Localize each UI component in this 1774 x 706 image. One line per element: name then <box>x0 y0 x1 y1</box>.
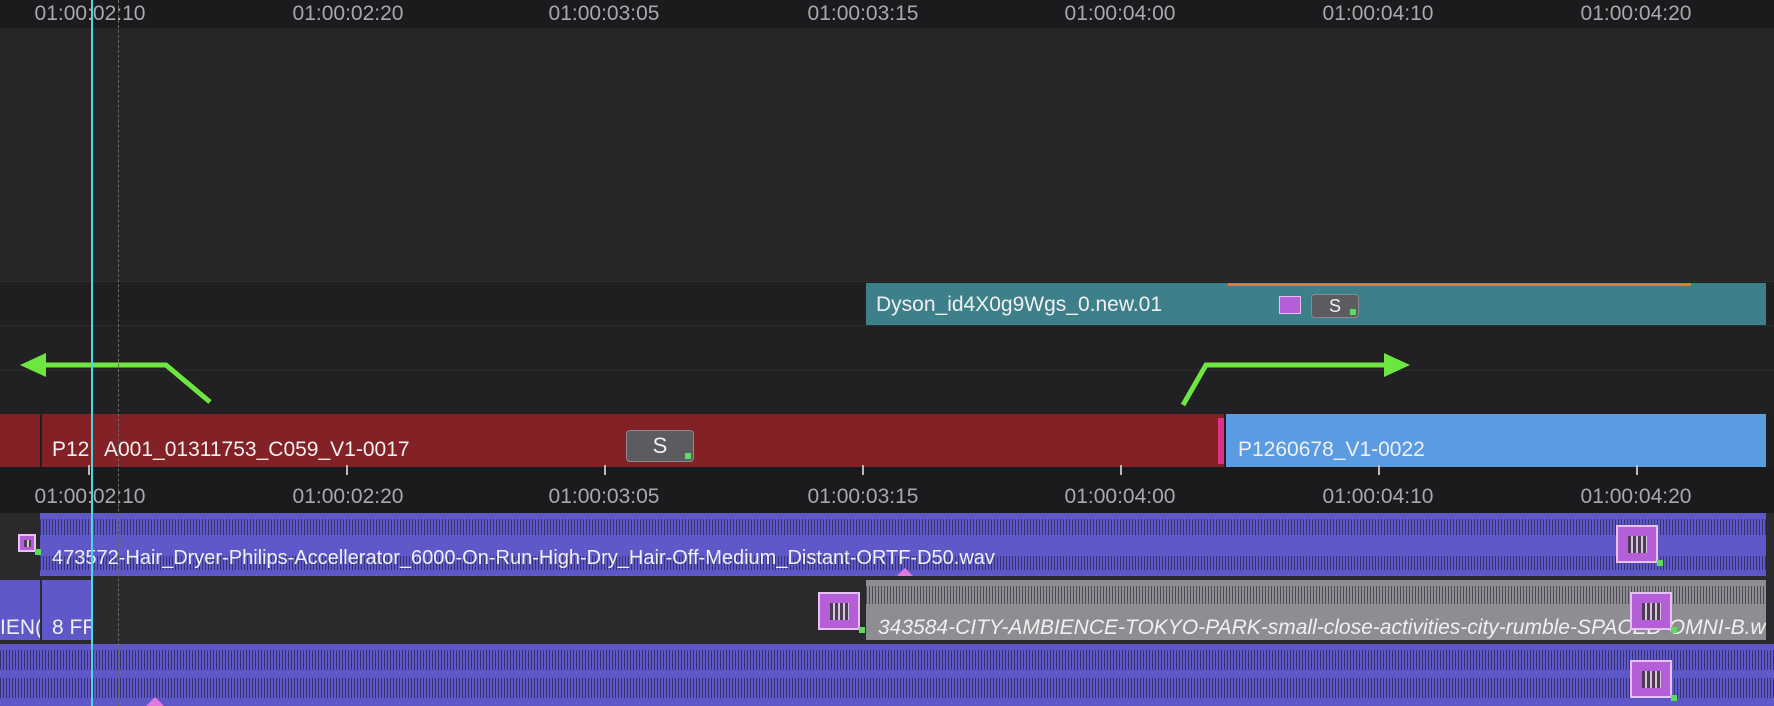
ruler-tick <box>346 465 348 475</box>
audio-track-2[interactable]: IEN( 8 FR 343584-CITY-AMBIENCE-TOKYO-PAR… <box>0 576 1774 644</box>
ruler-tick <box>862 465 864 475</box>
clip-label: IEN( <box>0 616 40 639</box>
clip-8fr[interactable]: 8 FR <box>42 580 92 640</box>
timecode-label: 01:00:04:00 <box>1064 485 1176 508</box>
waveform <box>0 678 1774 698</box>
timecode-label: 01:00:03:15 <box>807 2 919 25</box>
solo-badge[interactable]: S <box>626 430 694 462</box>
keyframe-marker[interactable] <box>146 697 164 706</box>
right-arrow-icon <box>1180 353 1410 407</box>
audio-track-1[interactable]: 473572-Hair_Dryer-Philips-Accellerator_6… <box>0 513 1774 577</box>
key-icon[interactable] <box>1279 296 1301 314</box>
clip-label: P1260678_V1-0022 <box>1238 438 1425 461</box>
timecode-label: 01:00:02:10 <box>34 2 146 25</box>
timecode-label: 01:00:04:10 <box>1322 485 1434 508</box>
ruler-tick <box>1378 465 1380 475</box>
ruler-tick <box>604 465 606 475</box>
clip-ambience-a[interactable]: IEN( <box>0 580 40 640</box>
timeline-ruler-top[interactable]: 01:00:02:10 01:00:02:20 01:00:03:05 01:0… <box>0 0 1774 29</box>
timeline-empty-area[interactable] <box>0 28 1774 281</box>
clip-p12[interactable]: P12 <box>42 414 94 467</box>
ruler-tick <box>1636 465 1638 475</box>
left-arrow-icon <box>20 353 212 404</box>
transition-arrows <box>20 353 1410 407</box>
clip-marker-line <box>1228 283 1691 286</box>
timecode-label: 01:00:02:10 <box>34 485 146 508</box>
waveform <box>0 650 1774 670</box>
clip-dyson[interactable]: Dyson_id4X0g9Wgs_0.new.01 S <box>866 283 1766 325</box>
fx-icon[interactable] <box>18 534 41 555</box>
clip-label: 473572-Hair_Dryer-Philips-Accellerator_6… <box>52 547 995 569</box>
clip-label: P12 <box>52 438 90 461</box>
timecode-label: 01:00:02:20 <box>292 2 404 25</box>
clip-a001[interactable]: A001_01311753_C059_V1-0017 S <box>94 414 1224 467</box>
audio-track-3[interactable] <box>0 644 1774 706</box>
clip-label: Dyson_id4X0g9Wgs_0.new.01 <box>876 293 1163 316</box>
ruler-tick <box>1120 465 1122 475</box>
timecode-label: 01:00:03:15 <box>807 485 919 508</box>
video-track-2[interactable]: Dyson_id4X0g9Wgs_0.new.01 S <box>0 281 1774 326</box>
waveform <box>40 519 1766 535</box>
clip-label: 8 FR <box>52 616 92 639</box>
fx-icon[interactable] <box>1630 660 1677 701</box>
clip-prev[interactable] <box>0 414 40 467</box>
clip-hair-dryer[interactable]: 473572-Hair_Dryer-Philips-Accellerator_6… <box>40 513 1766 576</box>
fx-icon[interactable] <box>818 592 865 633</box>
playhead[interactable] <box>91 0 93 706</box>
ruler-tick <box>88 465 90 475</box>
timecode-label: 01:00:04:00 <box>1064 2 1176 25</box>
timecode-label: 01:00:04:10 <box>1322 2 1434 25</box>
clip-p1260678[interactable]: P1260678_V1-0022 <box>1226 414 1766 467</box>
fx-icon[interactable] <box>1616 525 1663 566</box>
solo-badge[interactable]: S <box>1311 294 1359 318</box>
cursor-line <box>118 0 119 706</box>
timecode-label: 01:00:03:05 <box>548 485 660 508</box>
timeline-ruler-middle[interactable]: 01:00:02:10 01:00:02:20 01:00:03:05 01:0… <box>0 465 1774 513</box>
fx-icon[interactable] <box>1630 592 1677 633</box>
video-track-1[interactable]: P12 A001_01311753_C059_V1-0017 S P126067… <box>0 414 1774 467</box>
timecode-label: 01:00:04:20 <box>1580 485 1692 508</box>
clip-label: A001_01311753_C059_V1-0017 <box>104 438 410 461</box>
timecode-label: 01:00:03:05 <box>548 2 660 25</box>
timecode-label: 01:00:02:20 <box>292 485 404 508</box>
timecode-label: 01:00:04:20 <box>1580 2 1692 25</box>
edit-point-handle[interactable] <box>1218 418 1224 464</box>
